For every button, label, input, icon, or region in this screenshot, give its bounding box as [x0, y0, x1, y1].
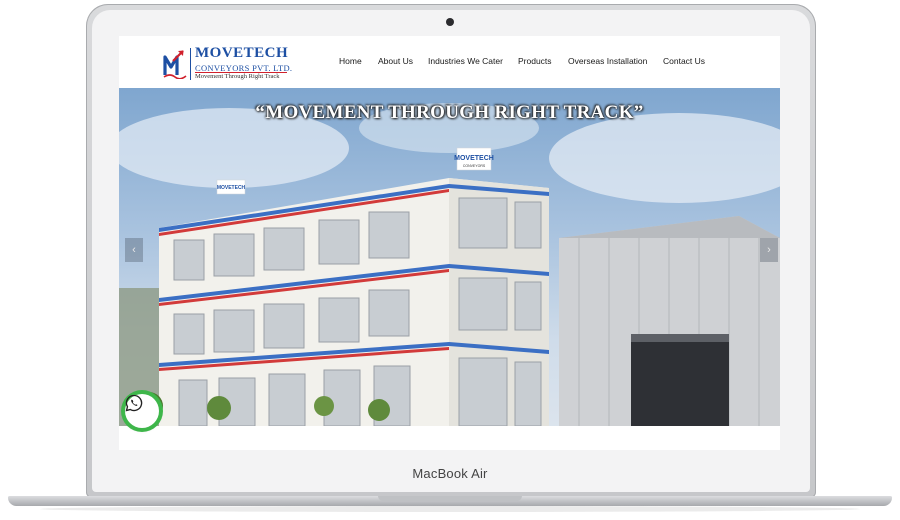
webcam-icon — [446, 18, 454, 26]
slider-next-button[interactable]: › — [760, 238, 778, 262]
nav-home[interactable]: Home — [339, 56, 362, 66]
chevron-left-icon: ‹ — [132, 244, 136, 256]
nav-about-us[interactable]: About Us — [378, 56, 413, 66]
whatsapp-icon — [125, 394, 143, 412]
whatsapp-button[interactable] — [125, 394, 159, 428]
building-sign-sub: CONVEYORS — [463, 164, 486, 168]
chevron-right-icon: › — [767, 244, 771, 256]
logo-name: MOVETECH — [195, 45, 289, 61]
hero-bottom-strip — [119, 426, 780, 450]
hero-slider: MOVETECH MOVETECH CONVEYORS “MOVEMENT TH… — [119, 88, 780, 450]
slider-prev-button[interactable]: ‹ — [125, 238, 143, 262]
laptop-shadow — [40, 506, 860, 512]
logo-mark-icon — [163, 50, 187, 79]
nav-industries-we-cater[interactable]: Industries We Cater — [428, 56, 503, 66]
building-sign-small: MOVETECH — [217, 185, 246, 191]
device-label: MacBook Air — [412, 466, 488, 481]
laptop-mockup: MOVETECH CONVEYORS PVT. LTD. Movement Th… — [0, 0, 900, 520]
hero-quote: “MOVEMENT THROUGH RIGHT TRACK” — [255, 102, 644, 123]
site-logo[interactable]: MOVETECH CONVEYORS PVT. LTD. Movement Th… — [163, 45, 323, 83]
building-sign-large: MOVETECH — [454, 155, 494, 162]
nav-products[interactable]: Products — [518, 56, 552, 66]
hero-building-image: MOVETECH MOVETECH CONVEYORS — [119, 103, 780, 428]
nav-contact-us[interactable]: Contact Us — [663, 56, 705, 66]
logo-divider — [190, 48, 191, 80]
site-header: MOVETECH CONVEYORS PVT. LTD. Movement Th… — [119, 36, 780, 88]
logo-tagline: Movement Through Right Track — [195, 73, 280, 80]
laptop-screen: MOVETECH CONVEYORS PVT. LTD. Movement Th… — [119, 36, 780, 450]
laptop-notch — [378, 496, 522, 501]
nav-overseas-installation[interactable]: Overseas Installation — [568, 56, 647, 66]
